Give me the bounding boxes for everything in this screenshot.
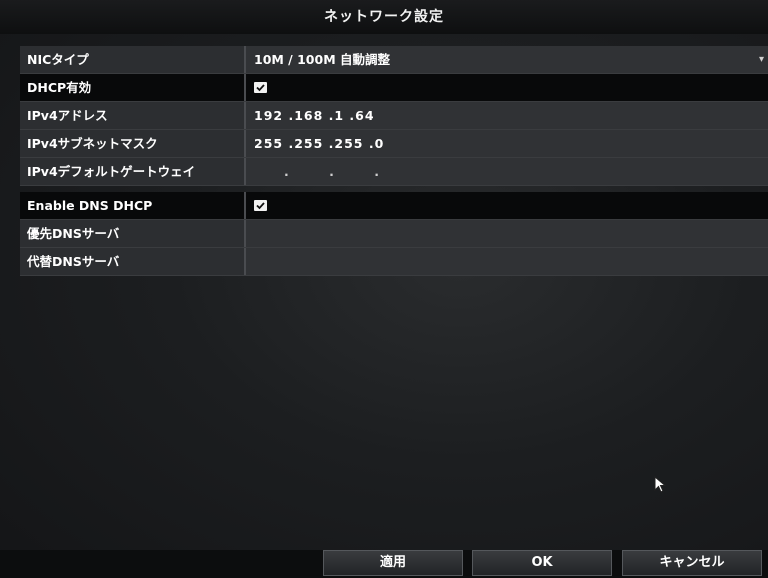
nic-type-value: 10M / 100M 自動調整 [254, 52, 390, 67]
gateway-label: IPv4デフォルトゲートウェイ [20, 158, 246, 185]
gateway-field[interactable]: . . . [246, 158, 768, 185]
preferred-dns-field[interactable] [246, 220, 768, 247]
cancel-button[interactable]: キャンセル [622, 550, 762, 576]
network-settings-screen: ネットワーク設定 NICタイプ 10M / 100M 自動調整 ▾ DHCP有効… [0, 0, 768, 578]
subnet-mask-row: IPv4サブネットマスク 255 .255 .255 .0 [20, 130, 768, 158]
ipv4-address-field[interactable]: 192 .168 .1 .64 [246, 102, 768, 129]
dhcp-checkbox[interactable] [254, 82, 267, 93]
mouse-cursor-icon [654, 475, 668, 498]
checkmark-icon [256, 84, 265, 92]
subnet-mask-label: IPv4サブネットマスク [20, 130, 246, 157]
nic-type-dropdown[interactable]: 10M / 100M 自動調整 ▾ [246, 46, 768, 73]
dns-dhcp-label: Enable DNS DHCP [20, 192, 246, 219]
dhcp-row: DHCP有効 [20, 74, 768, 102]
alternate-dns-field[interactable] [246, 248, 768, 275]
checkmark-icon [256, 202, 265, 210]
network-settings-form: NICタイプ 10M / 100M 自動調整 ▾ DHCP有効 IPv4アドレス… [20, 46, 768, 276]
ok-button[interactable]: OK [472, 550, 612, 576]
dns-dhcp-value-cell [246, 192, 768, 219]
alternate-dns-label: 代替DNSサーバ [20, 248, 246, 275]
ipv4-address-row: IPv4アドレス 192 .168 .1 .64 [20, 102, 768, 130]
dhcp-value-cell [246, 74, 768, 101]
footer-bar: 適用 OK キャンセル [0, 550, 768, 578]
ipv4-address-label: IPv4アドレス [20, 102, 246, 129]
apply-button[interactable]: 適用 [323, 550, 463, 576]
dhcp-label: DHCP有効 [20, 74, 246, 101]
chevron-down-icon: ▾ [758, 54, 764, 65]
gateway-row: IPv4デフォルトゲートウェイ . . . [20, 158, 768, 186]
subnet-mask-field[interactable]: 255 .255 .255 .0 [246, 130, 768, 157]
gateway-value: . . . [284, 164, 397, 179]
alternate-dns-row: 代替DNSサーバ [20, 248, 768, 276]
nic-type-label: NICタイプ [20, 46, 246, 73]
preferred-dns-row: 優先DNSサーバ [20, 220, 768, 248]
dns-dhcp-checkbox[interactable] [254, 200, 267, 211]
preferred-dns-label: 優先DNSサーバ [20, 220, 246, 247]
nic-type-row: NICタイプ 10M / 100M 自動調整 ▾ [20, 46, 768, 74]
dns-dhcp-row: Enable DNS DHCP [20, 192, 768, 220]
window-title: ネットワーク設定 [0, 0, 768, 34]
